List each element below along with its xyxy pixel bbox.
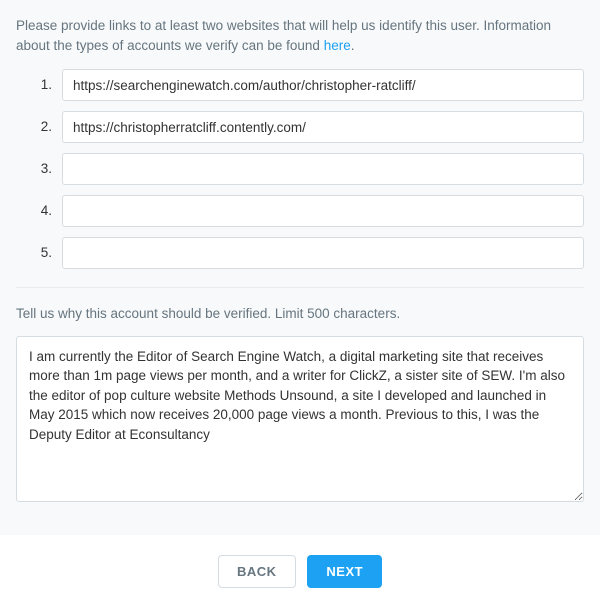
instructions-link[interactable]: here xyxy=(324,38,351,53)
instructions-text: Please provide links to at least two web… xyxy=(16,16,584,55)
why-textarea[interactable] xyxy=(16,336,584,502)
instructions-before: Please provide links to at least two web… xyxy=(16,18,551,53)
why-label: Tell us why this account should be verif… xyxy=(16,304,584,324)
link-row: 2. xyxy=(32,111,584,143)
link-row: 3. xyxy=(32,153,584,185)
link-row-number: 5. xyxy=(32,243,52,263)
link-input-3[interactable] xyxy=(62,153,584,185)
link-row-number: 2. xyxy=(32,117,52,137)
link-row: 4. xyxy=(32,195,584,227)
footer-actions: BACK NEXT xyxy=(0,535,600,614)
link-row-number: 1. xyxy=(32,75,52,95)
link-input-2[interactable] xyxy=(62,111,584,143)
link-input-1[interactable] xyxy=(62,69,584,101)
link-input-5[interactable] xyxy=(62,237,584,269)
link-row-number: 4. xyxy=(32,201,52,221)
form-panel: Please provide links to at least two web… xyxy=(0,0,600,535)
next-button[interactable]: NEXT xyxy=(307,555,382,588)
back-button[interactable]: BACK xyxy=(218,555,296,588)
link-input-4[interactable] xyxy=(62,195,584,227)
link-row: 1. xyxy=(32,69,584,101)
section-divider xyxy=(16,287,584,288)
link-inputs-group: 1. 2. 3. 4. 5. xyxy=(16,69,584,269)
instructions-after: . xyxy=(351,38,355,53)
link-row: 5. xyxy=(32,237,584,269)
link-row-number: 3. xyxy=(32,159,52,179)
